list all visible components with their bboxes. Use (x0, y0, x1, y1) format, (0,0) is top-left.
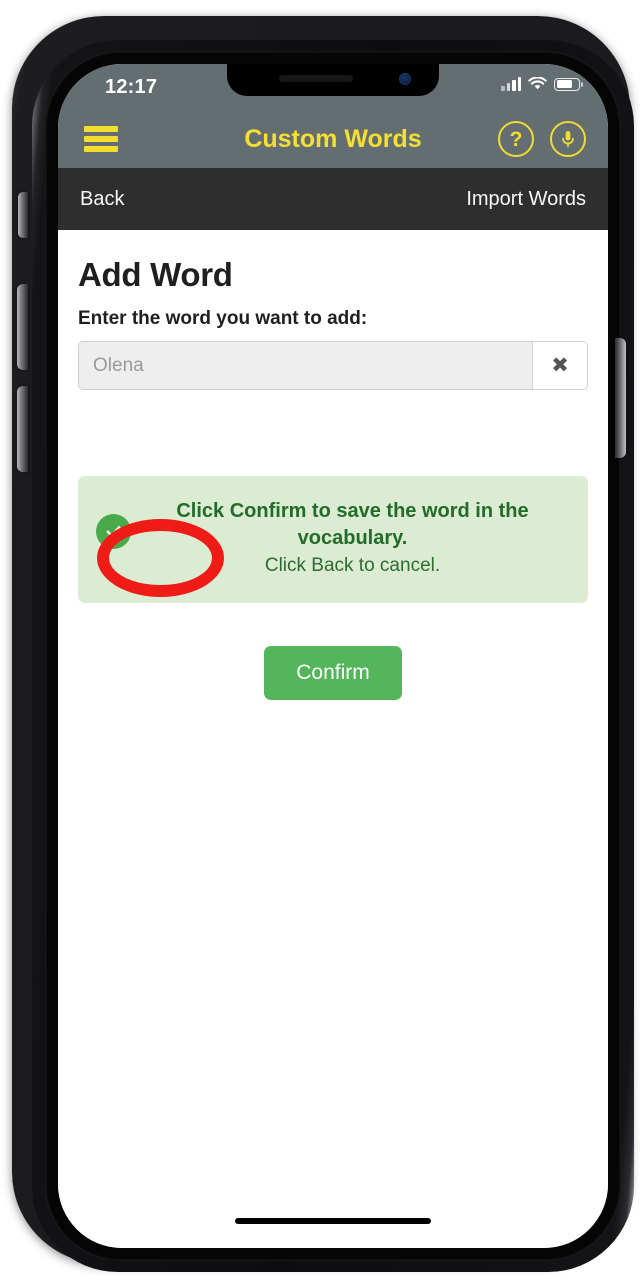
volume-down-button[interactable] (17, 386, 28, 472)
confirm-button[interactable]: Confirm (264, 646, 402, 700)
power-button[interactable] (615, 338, 626, 458)
microphone-icon[interactable] (550, 121, 586, 157)
status-indicators (501, 77, 583, 91)
front-camera-icon (399, 73, 411, 85)
alert-primary-text: Click Confirm to save the word in the vo… (176, 500, 529, 549)
header-icon-group: ? (498, 121, 586, 157)
info-alert: Click Confirm to save the word in the vo… (78, 476, 588, 603)
navigation-bar: Back Import Words (58, 168, 608, 230)
import-words-button[interactable]: Import Words (466, 188, 586, 211)
hamburger-menu-icon[interactable] (84, 126, 118, 152)
notch (227, 64, 439, 96)
earpiece-speaker-icon (279, 75, 353, 82)
word-input-label: Enter the word you want to add: (78, 308, 368, 329)
word-input[interactable] (79, 342, 532, 389)
mute-switch-button[interactable] (18, 192, 28, 238)
help-icon[interactable]: ? (498, 121, 534, 157)
phone-frame: 12:17 Custom Words ? Back Import Words A… (12, 16, 634, 1272)
main-content: Add Word Enter the word you want to add:… (58, 230, 608, 1248)
battery-icon (554, 77, 583, 91)
status-time: 12:17 (105, 76, 158, 98)
help-icon-glyph: ? (509, 127, 523, 151)
volume-up-button[interactable] (17, 284, 28, 370)
home-indicator[interactable] (235, 1218, 431, 1224)
confirm-button-row: Confirm (78, 646, 588, 700)
cellular-signal-icon (501, 77, 521, 91)
wifi-icon (528, 77, 547, 90)
page-title: Add Word (78, 256, 233, 293)
clear-input-button[interactable]: ✖ (532, 342, 587, 389)
app-header: Custom Words ? (58, 110, 608, 168)
alert-text-block: Click Confirm to save the word in the vo… (149, 498, 570, 577)
phone-screen: 12:17 Custom Words ? Back Import Words A… (58, 64, 608, 1248)
back-button[interactable]: Back (80, 188, 124, 211)
check-circle-icon (96, 514, 131, 549)
alert-secondary-text: Click Back to cancel. (264, 555, 441, 576)
word-input-row: ✖ (78, 341, 588, 390)
